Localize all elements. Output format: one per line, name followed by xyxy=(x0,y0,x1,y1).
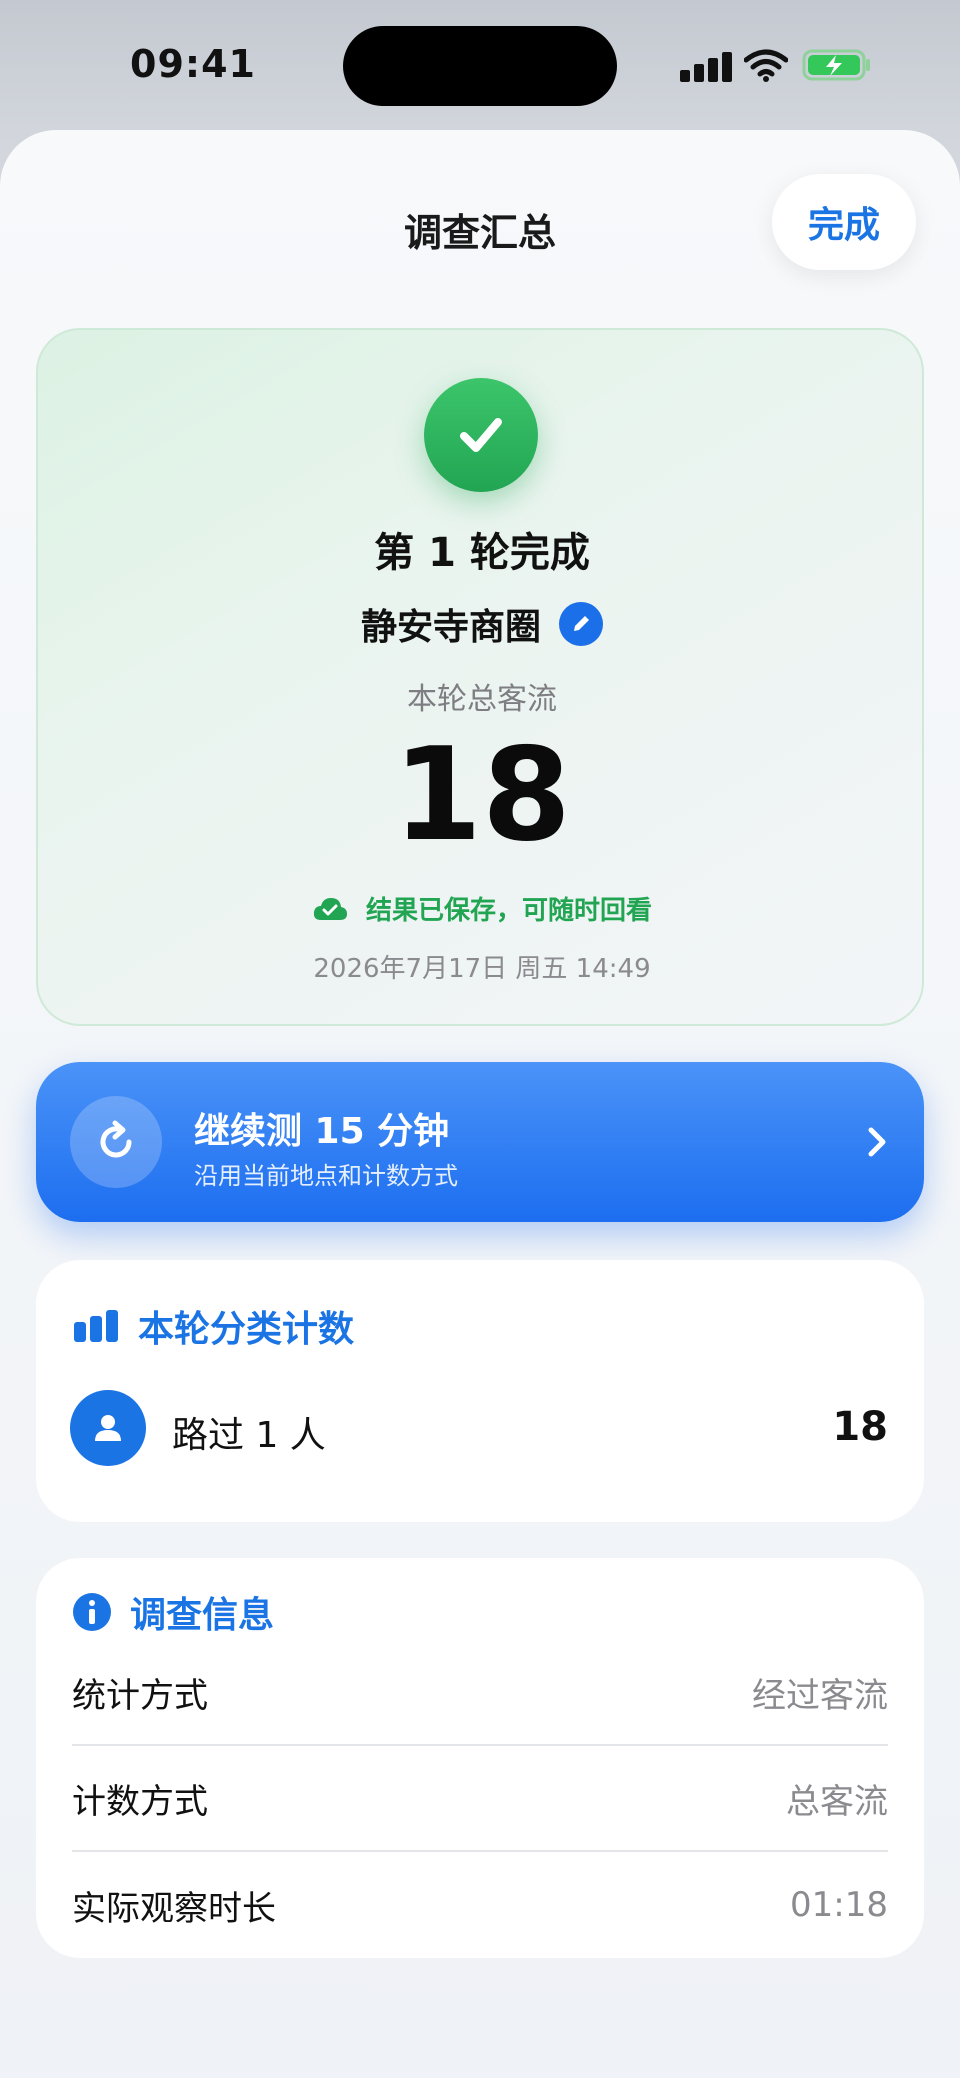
bar-chart-icon xyxy=(74,1310,118,1342)
saved-status: 结果已保存，可随时回看 xyxy=(38,890,926,927)
total-label: 本轮总客流 xyxy=(407,682,557,717)
info-row-count-method: 计数方式 总客流 xyxy=(72,1746,888,1852)
pencil-icon xyxy=(574,616,589,631)
checkmark-icon xyxy=(424,378,538,492)
info-row-duration: 实际观察时长 01:18 xyxy=(72,1852,888,1958)
continue-15-min-button[interactable]: 继续测 15 分钟 沿用当前地点和计数方式 xyxy=(36,1062,924,1222)
info-value: 总客流 xyxy=(786,1781,888,1822)
cloud-check-icon xyxy=(313,897,347,920)
dynamic-island xyxy=(343,26,617,106)
continue-subtitle: 沿用当前地点和计数方式 xyxy=(194,1162,458,1190)
battery-charging-icon xyxy=(802,49,870,81)
info-value: 经过客流 xyxy=(752,1675,888,1716)
saved-text: 结果已保存，可随时回看 xyxy=(365,896,652,926)
person-icon xyxy=(70,1390,146,1466)
location-row: 静安寺商圈 xyxy=(38,598,926,650)
category-count-card: 本轮分类计数 路过 1 人 18 xyxy=(36,1260,924,1522)
chevron-right-icon xyxy=(868,1127,886,1157)
result-card: 第 1 轮完成 静安寺商圈 本轮总客流 18 结果已保存，可随时回看 2026年… xyxy=(36,328,924,1026)
status-bar: 09:41 xyxy=(0,0,960,130)
wifi-icon xyxy=(744,49,788,82)
category-count: 18 xyxy=(832,1404,888,1450)
status-time: 09:41 xyxy=(130,42,256,86)
category-label: 路过 1 人 xyxy=(172,1415,326,1456)
info-heading: 调查信息 xyxy=(130,1595,275,1636)
result-date: 2026年7月17日 周五 14:49 xyxy=(313,954,651,984)
signal-icon xyxy=(680,52,732,82)
refresh-icon xyxy=(70,1096,162,1188)
round-title: 第 1 轮完成 xyxy=(374,530,590,576)
info-key: 实际观察时长 xyxy=(72,1888,276,1929)
location-name: 静安寺商圈 xyxy=(360,607,541,648)
done-button[interactable]: 完成 xyxy=(772,174,916,270)
info-row-stat-method: 统计方式 经过客流 xyxy=(72,1640,888,1746)
category-heading: 本轮分类计数 xyxy=(138,1309,355,1350)
info-key: 统计方式 xyxy=(72,1675,208,1716)
info-key: 计数方式 xyxy=(72,1781,208,1822)
edit-location-button[interactable] xyxy=(559,602,603,646)
info-value: 01:18 xyxy=(790,1885,888,1925)
total-value: 18 xyxy=(392,721,572,870)
survey-info-card: 调查信息 统计方式 经过客流 计数方式 总客流 实际观察时长 01:18 xyxy=(36,1558,924,1958)
summary-sheet: 调查汇总 完成 第 1 轮完成 静安寺商圈 本轮总客流 18 结果已保存，可随时… xyxy=(0,130,960,2078)
info-header: 调查信息 xyxy=(72,1586,274,1638)
continue-title: 继续测 15 分钟 xyxy=(194,1111,450,1152)
category-header: 本轮分类计数 xyxy=(72,1300,354,1352)
info-icon xyxy=(73,1593,111,1631)
